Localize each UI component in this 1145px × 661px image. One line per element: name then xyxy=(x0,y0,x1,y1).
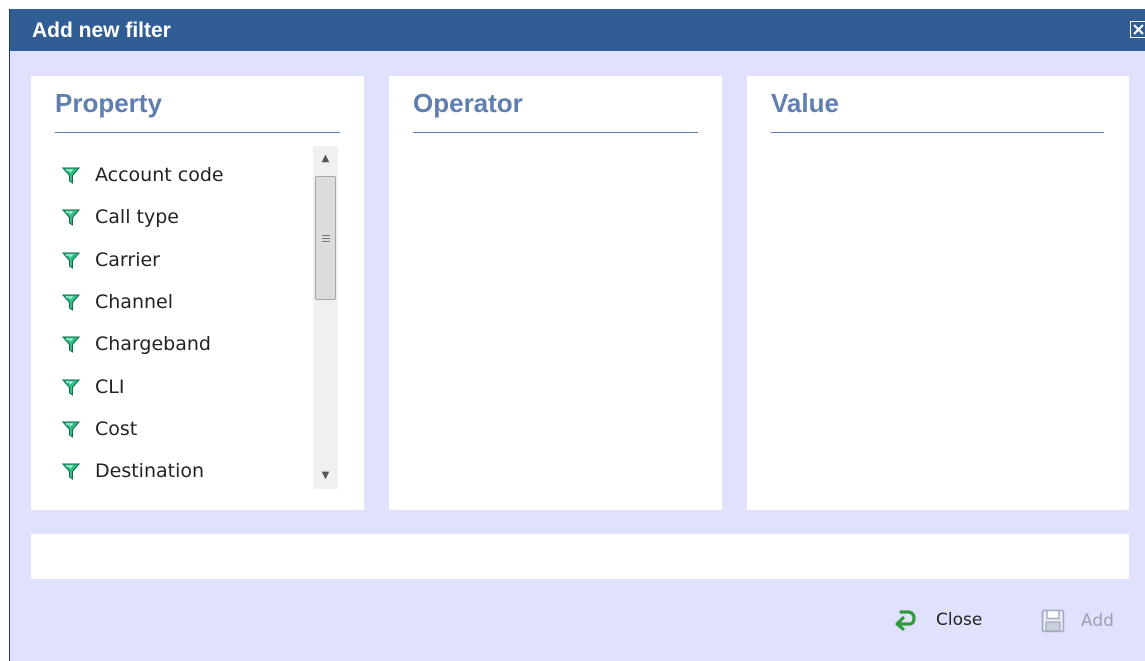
value-heading: Value xyxy=(771,88,839,118)
close-button[interactable]: Close xyxy=(894,609,982,631)
thumb-grip-line xyxy=(322,235,330,236)
filter-funnel-icon xyxy=(61,463,81,481)
close-x-icon[interactable] xyxy=(1130,21,1145,38)
list-item[interactable]: Call type xyxy=(61,196,311,238)
property-heading-rule xyxy=(55,132,340,133)
dialog-title: Add new filter xyxy=(32,19,171,42)
list-item-label: Call type xyxy=(95,206,179,229)
add-button-label: Add xyxy=(1081,611,1114,631)
filter-funnel-icon xyxy=(61,421,81,438)
scroll-thumb[interactable] xyxy=(315,176,336,300)
property-panel: Property Account code Call type Carrier … xyxy=(31,76,364,510)
dialog-titlebar: Add new filter xyxy=(10,9,1145,51)
operator-panel: Operator xyxy=(389,76,722,510)
scroll-up-arrow-icon[interactable]: ▲ xyxy=(313,146,338,172)
list-item-label: Channel xyxy=(95,291,174,314)
property-heading: Property xyxy=(55,88,162,118)
list-item-label: Cost xyxy=(95,417,138,440)
add-button[interactable]: Add xyxy=(1041,609,1114,633)
list-item-label: CLI xyxy=(95,375,125,398)
close-button-label: Close xyxy=(936,610,983,630)
floppy-disk-icon xyxy=(1041,609,1065,633)
operator-heading: Operator xyxy=(413,88,523,118)
list-item-label: Carrier xyxy=(95,248,160,271)
list-item[interactable]: Cost xyxy=(61,408,311,450)
filter-funnel-icon xyxy=(61,167,81,185)
scroll-down-arrow-icon[interactable]: ▼ xyxy=(313,463,338,489)
property-list-scrollbar[interactable]: ▲ ▼ xyxy=(313,146,338,489)
return-arrow-icon xyxy=(895,610,916,631)
filter-funnel-icon xyxy=(61,294,81,311)
operator-heading-rule xyxy=(413,132,698,133)
filter-funnel-icon xyxy=(61,336,81,354)
filter-funnel-icon xyxy=(61,252,81,269)
add-filter-dialog: Add new filter Property Account code Cal… xyxy=(9,9,1145,661)
thumb-grip-line xyxy=(322,241,330,242)
filter-summary-field xyxy=(31,534,1129,579)
list-item-label: Account code xyxy=(95,164,224,187)
list-item[interactable]: Channel xyxy=(61,281,311,323)
list-item[interactable]: Account code xyxy=(61,154,311,196)
filter-funnel-icon xyxy=(61,379,81,396)
list-item[interactable]: CLI xyxy=(61,365,311,407)
value-panel: Value xyxy=(747,76,1129,510)
list-item[interactable]: Carrier xyxy=(61,239,311,281)
list-item-label: Destination xyxy=(95,460,205,483)
property-list: Account code Call type Carrier Channel C… xyxy=(61,154,311,492)
list-item[interactable]: Chargeband xyxy=(61,323,311,365)
list-item-label: Chargeband xyxy=(95,333,211,356)
list-item[interactable]: Destination xyxy=(61,450,311,492)
filter-funnel-icon xyxy=(61,209,81,227)
value-heading-rule xyxy=(771,132,1104,133)
thumb-grip-line xyxy=(322,238,330,239)
